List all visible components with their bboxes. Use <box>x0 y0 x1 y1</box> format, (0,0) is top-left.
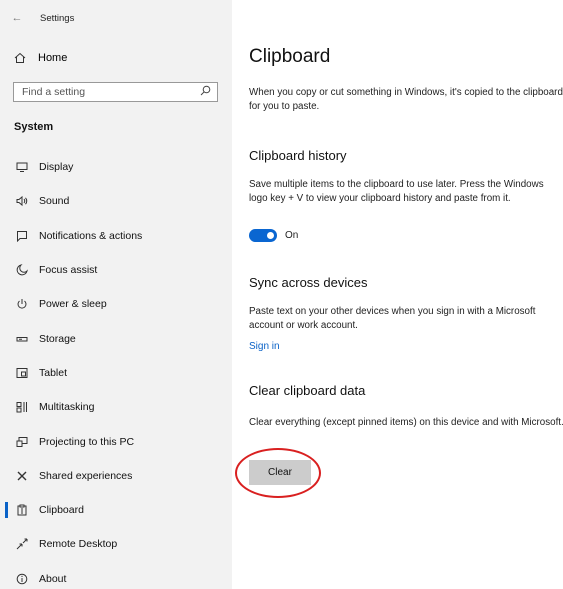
sidebar-item-power-sleep[interactable]: Power & sleep <box>0 287 232 321</box>
clipboard-history-toggle[interactable] <box>249 229 277 242</box>
sidebar-nav: Display Sound Notifications & actions Fo… <box>0 150 232 589</box>
toggle-knob <box>267 232 274 239</box>
main-content: Clipboard When you copy or cut something… <box>232 0 563 589</box>
sidebar-item-tablet[interactable]: Tablet <box>0 356 232 390</box>
sidebar-item-notifications[interactable]: Notifications & actions <box>0 219 232 253</box>
back-arrow-icon[interactable]: ← <box>6 12 28 24</box>
sidebar-item-projecting[interactable]: Projecting to this PC <box>0 424 232 458</box>
sound-icon <box>15 195 29 207</box>
sidebar-item-label: Focus assist <box>39 264 98 277</box>
sidebar-item-display[interactable]: Display <box>0 150 232 184</box>
clear-data-heading: Clear clipboard data <box>249 383 366 398</box>
sidebar-item-label: Storage <box>39 332 76 345</box>
search-input[interactable] <box>22 86 192 98</box>
sidebar-item-label: Clipboard <box>39 504 84 517</box>
storage-icon <box>15 333 29 345</box>
sidebar-item-label: Remote Desktop <box>39 538 118 551</box>
page-title: Clipboard <box>249 46 331 67</box>
sync-description: Paste text on your other devices when yo… <box>249 306 536 331</box>
display-icon <box>15 161 29 173</box>
sidebar-item-label: Display <box>39 161 74 174</box>
info-icon <box>15 573 29 585</box>
home-icon <box>14 52 30 64</box>
search-icon[interactable] <box>200 83 211 101</box>
power-icon <box>15 298 29 310</box>
sidebar-item-shared-experiences[interactable]: Shared experiences <box>0 459 232 493</box>
sidebar-item-focus-assist[interactable]: Focus assist <box>0 253 232 287</box>
clipboard-icon <box>15 504 29 516</box>
home-label: Home <box>38 52 68 64</box>
clipboard-history-description: Save multiple items to the clipboard to … <box>249 179 544 204</box>
sidebar-item-label: Power & sleep <box>39 298 107 311</box>
sidebar-item-sound[interactable]: Sound <box>0 184 232 218</box>
sidebar-item-storage[interactable]: Storage <box>0 321 232 355</box>
sidebar-item-label: Sound <box>39 195 70 208</box>
tablet-icon <box>15 367 29 379</box>
home-nav-item[interactable]: Home <box>14 52 67 64</box>
notifications-icon <box>15 230 29 242</box>
sidebar: ← Settings Home System Display Sound <box>0 0 232 589</box>
sync-heading: Sync across devices <box>249 275 368 290</box>
clear-data-description: Clear everything (except pinned items) o… <box>249 417 563 428</box>
remote-desktop-icon <box>15 538 29 550</box>
sidebar-item-about[interactable]: About <box>0 562 232 589</box>
clear-button[interactable]: Clear <box>249 460 311 485</box>
sidebar-item-remote-desktop[interactable]: Remote Desktop <box>0 527 232 561</box>
sidebar-item-label: Shared experiences <box>39 469 133 482</box>
sidebar-item-label: Projecting to this PC <box>39 435 135 448</box>
sidebar-item-label: About <box>39 572 67 585</box>
sidebar-item-multitasking[interactable]: Multitasking <box>0 390 232 424</box>
sign-in-link[interactable]: Sign in <box>249 341 280 352</box>
window-title: Settings <box>40 12 75 24</box>
sidebar-item-clipboard[interactable]: Clipboard <box>0 493 232 527</box>
clipboard-history-heading: Clipboard history <box>249 148 347 163</box>
settings-window: ← Settings Home System Display Sound <box>0 0 563 589</box>
intro-text: When you copy or cut something in Window… <box>249 87 563 112</box>
sidebar-item-label: Tablet <box>39 366 68 379</box>
section-label-system: System <box>14 121 54 133</box>
sidebar-item-label: Multitasking <box>39 401 95 414</box>
toggle-state-label: On <box>285 230 299 241</box>
sidebar-item-label: Notifications & actions <box>39 229 143 242</box>
projecting-icon <box>15 436 29 448</box>
title-bar: ← Settings <box>0 0 232 36</box>
search-box <box>13 82 218 102</box>
active-indicator <box>5 501 8 518</box>
clipboard-history-toggle-row: On <box>249 229 298 242</box>
multitasking-icon <box>15 401 29 413</box>
moon-icon <box>15 264 29 276</box>
shared-experiences-icon <box>15 470 29 482</box>
